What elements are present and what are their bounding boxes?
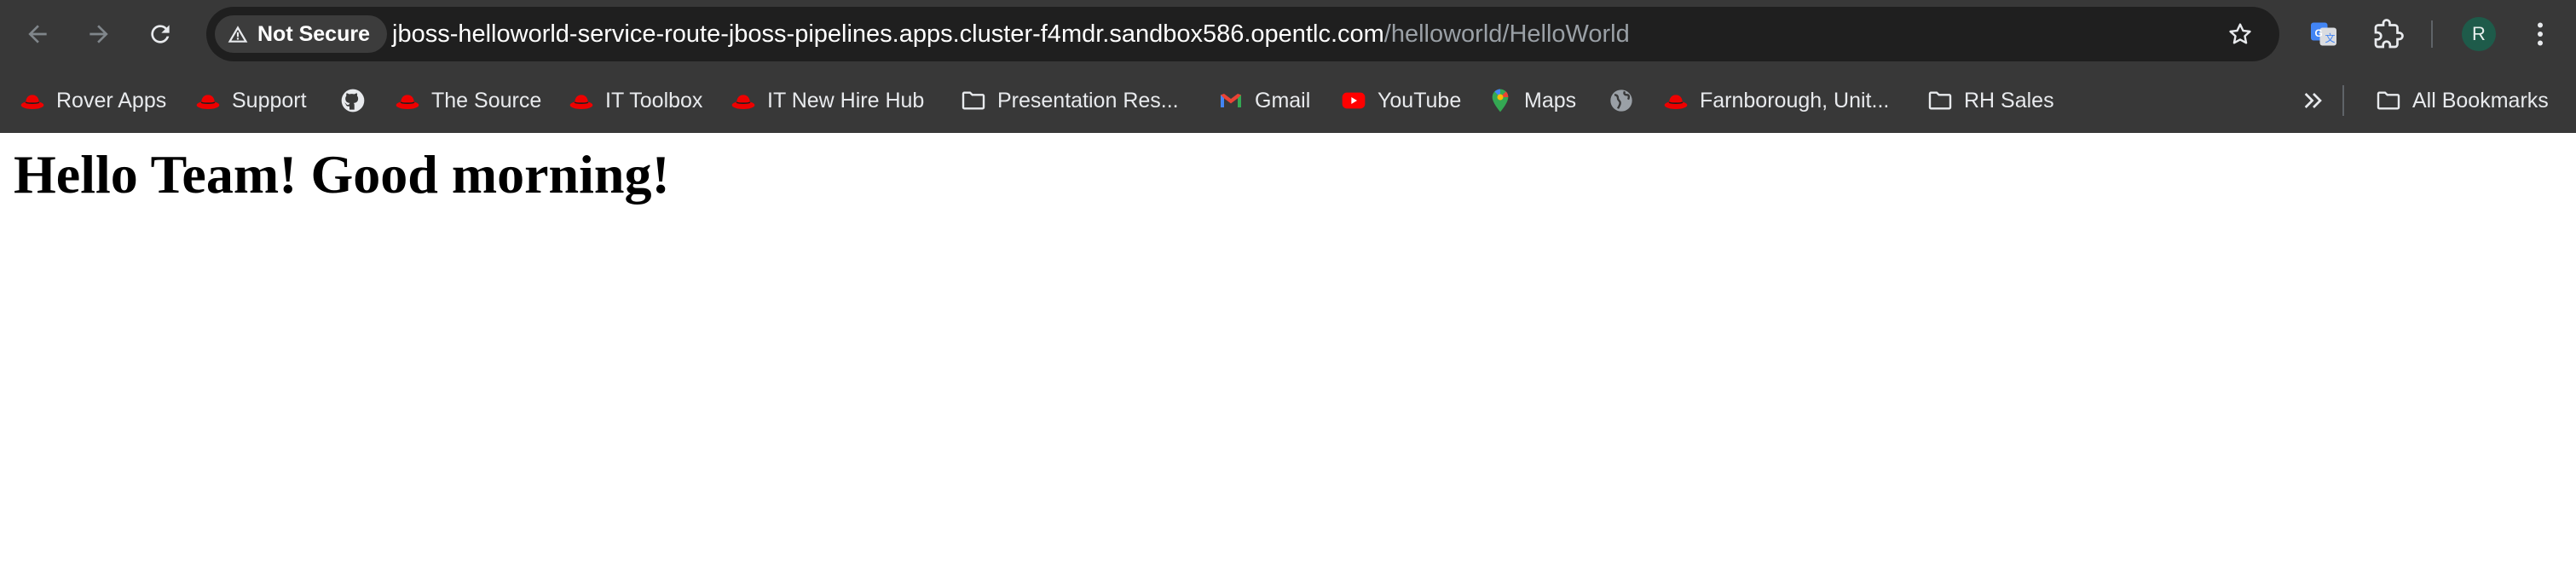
- translate-extension-button[interactable]: G 文: [2303, 14, 2344, 55]
- kebab-menu-icon: [2538, 22, 2543, 46]
- url-text[interactable]: jboss-helloworld-service-route-jboss-pip…: [392, 7, 1630, 61]
- puzzle-extensions-icon: [2374, 19, 2404, 49]
- redhat-icon: [569, 95, 593, 109]
- svg-text:G: G: [2315, 27, 2323, 39]
- all-bookmarks-label: All Bookmarks: [2412, 88, 2549, 112]
- page-heading: Hello Team! Good morning!: [14, 144, 670, 205]
- url-host: jboss-helloworld-service-route-jboss-pip…: [392, 20, 1384, 48]
- google-translate-icon: G 文: [2311, 22, 2336, 46]
- arrow-left-icon: [28, 25, 47, 43]
- bookmark-star-button[interactable]: [2223, 17, 2257, 51]
- bookmark-label: Presentation Res...: [997, 88, 1179, 112]
- back-button[interactable]: [17, 14, 58, 55]
- bookmark-it-toolbox[interactable]: IT Toolbox: [561, 78, 709, 123]
- double-chevron-icon: [2304, 93, 2322, 108]
- bookmark-support[interactable]: Support: [188, 78, 314, 123]
- bookmark-label: Farnborough, Unit...: [1700, 88, 1890, 112]
- bookmark-label: IT New Hire Hub: [767, 88, 925, 112]
- redhat-icon: [396, 95, 419, 109]
- bookmarks-bar: Rover Apps Support The Source IT Toolbox…: [0, 68, 2576, 133]
- redhat-icon: [20, 95, 44, 109]
- bookmark-label: Rover Apps: [56, 88, 167, 112]
- warning-triangle-icon: [228, 26, 248, 43]
- bookmarks-overflow-button[interactable]: [2293, 78, 2334, 123]
- bookmark-label: RH Sales: [1964, 88, 2054, 112]
- bookmark-label: Support: [232, 88, 307, 112]
- bookmark-label: The Source: [431, 88, 542, 112]
- youtube-icon: [1342, 92, 1366, 109]
- reload-icon: [151, 25, 170, 43]
- svg-text:文: 文: [2325, 32, 2336, 44]
- security-label: Not Secure: [257, 21, 370, 46]
- bookmark-rh-sales[interactable]: RH Sales: [1920, 78, 2061, 123]
- profile-avatar[interactable]: R: [2462, 17, 2496, 51]
- bookmark-label: Maps: [1524, 88, 1577, 112]
- bookmark-label: YouTube: [1378, 88, 1462, 112]
- redhat-icon: [196, 95, 220, 109]
- github-icon: [341, 89, 365, 112]
- extensions-button[interactable]: [2368, 14, 2409, 55]
- bookmark-maps[interactable]: Maps: [1480, 78, 1583, 123]
- reload-button[interactable]: [140, 14, 181, 55]
- bookmarks-divider: [2342, 85, 2344, 116]
- url-path: /helloworld/HelloWorld: [1383, 20, 1630, 48]
- security-indicator[interactable]: Not Secure: [215, 15, 387, 53]
- folder-icon: [1928, 91, 1952, 110]
- globe-icon: [1610, 89, 1632, 112]
- browser-toolbar: Not Secure jboss-helloworld-service-rout…: [0, 0, 2576, 68]
- bookmark-label: Gmail: [1255, 88, 1311, 112]
- bookmark-globe[interactable]: [1601, 78, 1642, 123]
- bookmark-it-new-hire-hub[interactable]: IT New Hire Hub: [723, 78, 931, 123]
- gmail-icon: [1221, 94, 1241, 107]
- redhat-icon: [1664, 95, 1688, 109]
- maps-pin-icon: [1492, 89, 1509, 112]
- bookmark-label: IT Toolbox: [605, 88, 703, 112]
- browser-menu-button[interactable]: [2520, 14, 2561, 55]
- bookmark-presentation-resources[interactable]: Presentation Res...: [953, 78, 1186, 123]
- address-bar[interactable]: Not Secure jboss-helloworld-service-rout…: [206, 7, 2279, 61]
- bookmark-farnborough[interactable]: Farnborough, Unit...: [1655, 78, 1896, 123]
- bookmark-the-source[interactable]: The Source: [387, 78, 548, 123]
- forward-button[interactable]: [78, 14, 119, 55]
- toolbar-divider: [2431, 20, 2433, 48]
- bookmark-gmail[interactable]: Gmail: [1210, 78, 1317, 123]
- bookmark-youtube[interactable]: YouTube: [1333, 78, 1468, 123]
- star-icon: [2229, 23, 2251, 44]
- all-bookmarks-button[interactable]: All Bookmarks: [2368, 78, 2556, 123]
- folder-icon: [962, 91, 985, 110]
- bookmark-github[interactable]: [332, 78, 373, 123]
- redhat-icon: [731, 95, 755, 109]
- arrow-right-icon: [90, 25, 108, 43]
- folder-icon: [2377, 91, 2400, 110]
- bookmark-rover-apps[interactable]: Rover Apps: [12, 78, 173, 123]
